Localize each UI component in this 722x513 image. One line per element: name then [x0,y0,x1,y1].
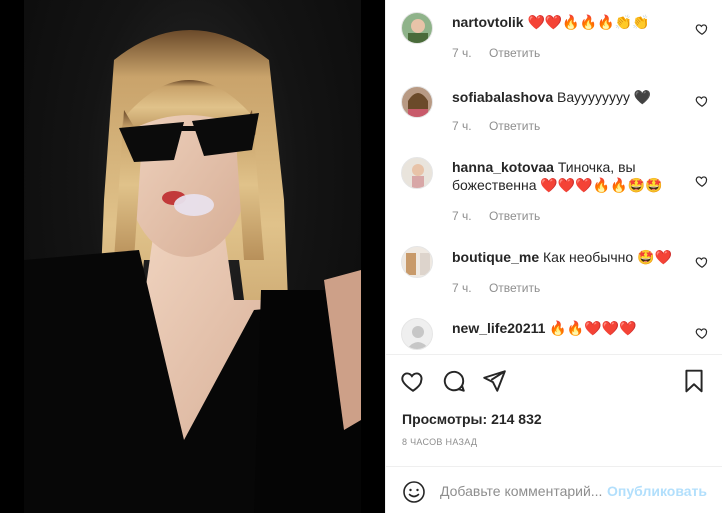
reply-button[interactable]: Ответить [489,281,540,295]
comment-like-icon[interactable] [695,94,709,108]
comment-username[interactable]: sofiabalashova [452,89,553,105]
comment-text: boutique_me Как необычно 🤩❤️ [452,248,684,266]
comment-text: sofiabalashova Вауууууууу 🖤 [452,88,684,106]
comment-time[interactable]: 7 ч. [452,46,472,60]
comment-meta: 7 ч. Ответить [452,281,540,295]
avatar[interactable] [401,86,433,118]
comment-like-icon[interactable] [695,174,709,188]
post-comment-button[interactable]: Опубликовать [607,483,707,499]
instagram-post-modal: nartovtolik ❤️❤️🔥🔥🔥👏👏 7 ч. Ответить sofi… [0,0,722,513]
comment-like-icon[interactable] [695,255,709,269]
comment-username[interactable]: nartovtolik [452,14,524,30]
comment-emoji: 🔥🔥❤️❤️❤️ [549,320,637,336]
comment-time[interactable]: 7 ч. [452,281,472,295]
comment-username[interactable]: boutique_me [452,249,539,265]
post-action-bar [386,364,722,400]
comments-list: nartovtolik ❤️❤️🔥🔥🔥👏👏 7 ч. Ответить sofi… [386,0,722,354]
comment-time[interactable]: 7 ч. [452,209,472,223]
comment-like-icon[interactable] [695,22,709,36]
reply-button[interactable]: Ответить [489,46,540,60]
comment-emoji: 🖤 [633,89,652,105]
avatar[interactable] [401,12,433,44]
avatar[interactable] [401,246,433,278]
comment-text: nartovtolik ❤️❤️🔥🔥🔥👏👏 [452,13,684,31]
comment-meta: 7 ч. Ответить [452,119,540,133]
reply-button[interactable]: Ответить [489,209,540,223]
comment-bubble-icon[interactable] [441,368,467,394]
comment-emoji: ❤️❤️❤️🔥🔥🤩🤩 [540,177,663,193]
comment-text: hanna_kotovaa Тиночка, вы божественна ❤️… [452,158,684,194]
comment-emoji: 🤩❤️ [637,249,672,265]
heart-outline-icon[interactable] [400,368,426,394]
comment-text: new_life20211 🔥🔥❤️❤️❤️ [452,319,684,337]
post-side-panel: nartovtolik ❤️❤️🔥🔥🔥👏👏 7 ч. Ответить sofi… [385,0,722,513]
comment-meta: 7 ч. Ответить [452,209,540,223]
comment-username[interactable]: new_life20211 [452,320,545,336]
reply-button[interactable]: Ответить [489,119,540,133]
post-photo[interactable] [24,0,361,513]
comment-time[interactable]: 7 ч. [452,119,472,133]
divider [386,354,722,355]
avatar[interactable] [401,318,433,350]
comment-body: Как необычно [543,249,634,265]
views-number: 214 832 [491,411,542,427]
views-count[interactable]: Просмотры: 214 832 [402,411,542,427]
smiley-icon[interactable] [402,480,426,504]
comment-username[interactable]: hanna_kotovaa [452,159,554,175]
comment-input[interactable] [440,481,610,501]
bookmark-icon[interactable] [681,368,707,394]
comment-emoji: ❤️❤️🔥🔥🔥👏👏 [527,14,650,30]
post-timestamp[interactable]: 8 часов назад [402,437,477,447]
avatar[interactable] [401,157,433,189]
post-media[interactable] [0,0,385,513]
add-comment-form: Опубликовать [386,467,722,513]
paper-plane-icon[interactable] [481,368,507,394]
woman-portrait-image [24,30,361,513]
comment-meta: 7 ч. Ответить [452,46,540,60]
comment-body: Вауууууууу [557,89,631,105]
comment-like-icon[interactable] [695,326,709,340]
views-label: Просмотры: [402,411,488,427]
